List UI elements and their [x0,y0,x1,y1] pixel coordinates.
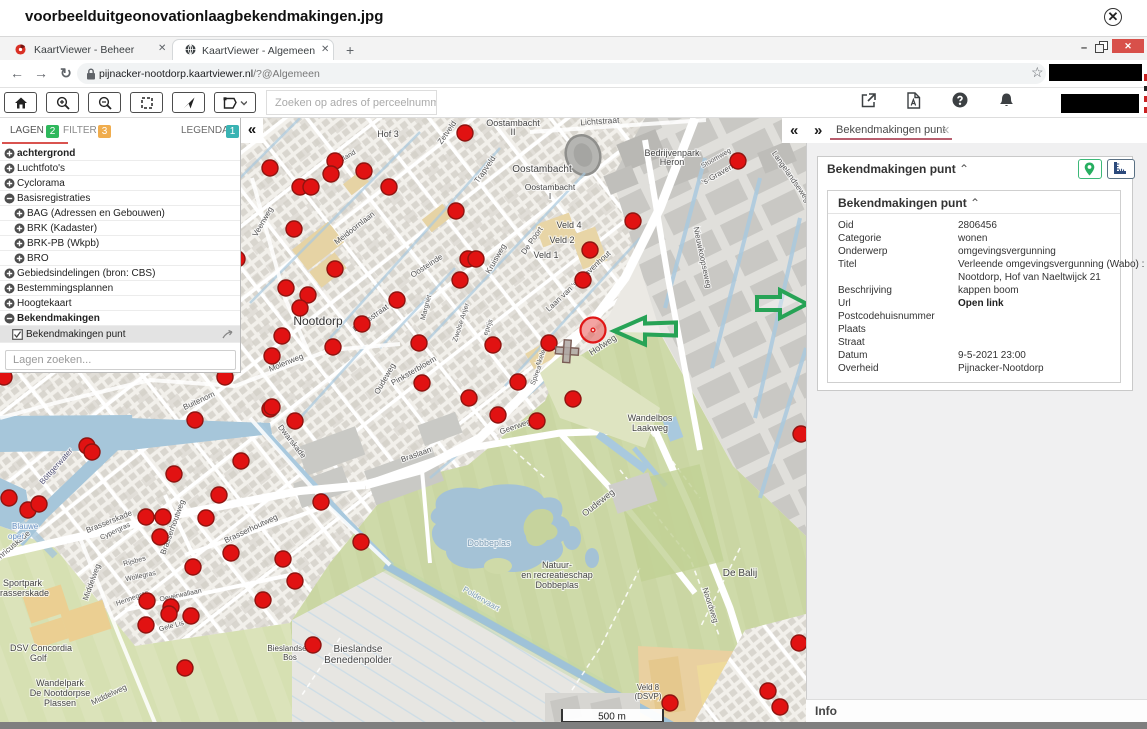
svg-text:Bos: Bos [283,653,297,662]
svg-text:Veld 1: Veld 1 [533,250,558,260]
svg-text:Natuur-: Natuur- [542,560,572,570]
svg-text:Veld 8: Veld 8 [637,683,660,692]
svg-text:Wandelpark: Wandelpark [36,678,84,688]
svg-text:Bieslandse: Bieslandse [334,644,383,655]
svg-text:Sportpark: Sportpark [3,578,43,588]
svg-text:Heron: Heron [660,157,685,167]
svg-text:Blauwe: Blauwe [12,522,39,531]
svg-text:Plassen: Plassen [44,698,76,708]
svg-text:Dobbeplas: Dobbeplas [467,538,511,548]
svg-text:De Nootdorpse: De Nootdorpse [30,688,91,698]
svg-text:Hof 3: Hof 3 [377,129,399,139]
svg-text:Veld 2: Veld 2 [549,235,574,245]
svg-text:(DSVP): (DSVP) [634,692,661,701]
svg-text:rasserskade: rasserskade [0,588,49,598]
svg-text:Bieslandse: Bieslandse [267,644,307,653]
svg-text:Laakweg: Laakweg [632,423,668,433]
svg-text:II: II [510,127,515,137]
svg-text:Wandelbos: Wandelbos [628,413,673,423]
svg-text:Dobbeplas: Dobbeplas [535,580,579,590]
svg-text:Veld 4: Veld 4 [556,220,581,230]
svg-text:Benedenpolder: Benedenpolder [324,655,393,666]
svg-text:I: I [549,191,551,201]
svg-text:500 m: 500 m [598,712,626,723]
svg-text:en recreatieschap: en recreatieschap [521,570,593,580]
svg-text:Golf: Golf [30,653,47,663]
svg-text:oper: oper [8,532,24,541]
svg-text:Oostambacht: Oostambacht [512,164,572,175]
svg-text:DSV Concordia: DSV Concordia [10,643,72,653]
svg-text:De Balij: De Balij [723,568,757,579]
